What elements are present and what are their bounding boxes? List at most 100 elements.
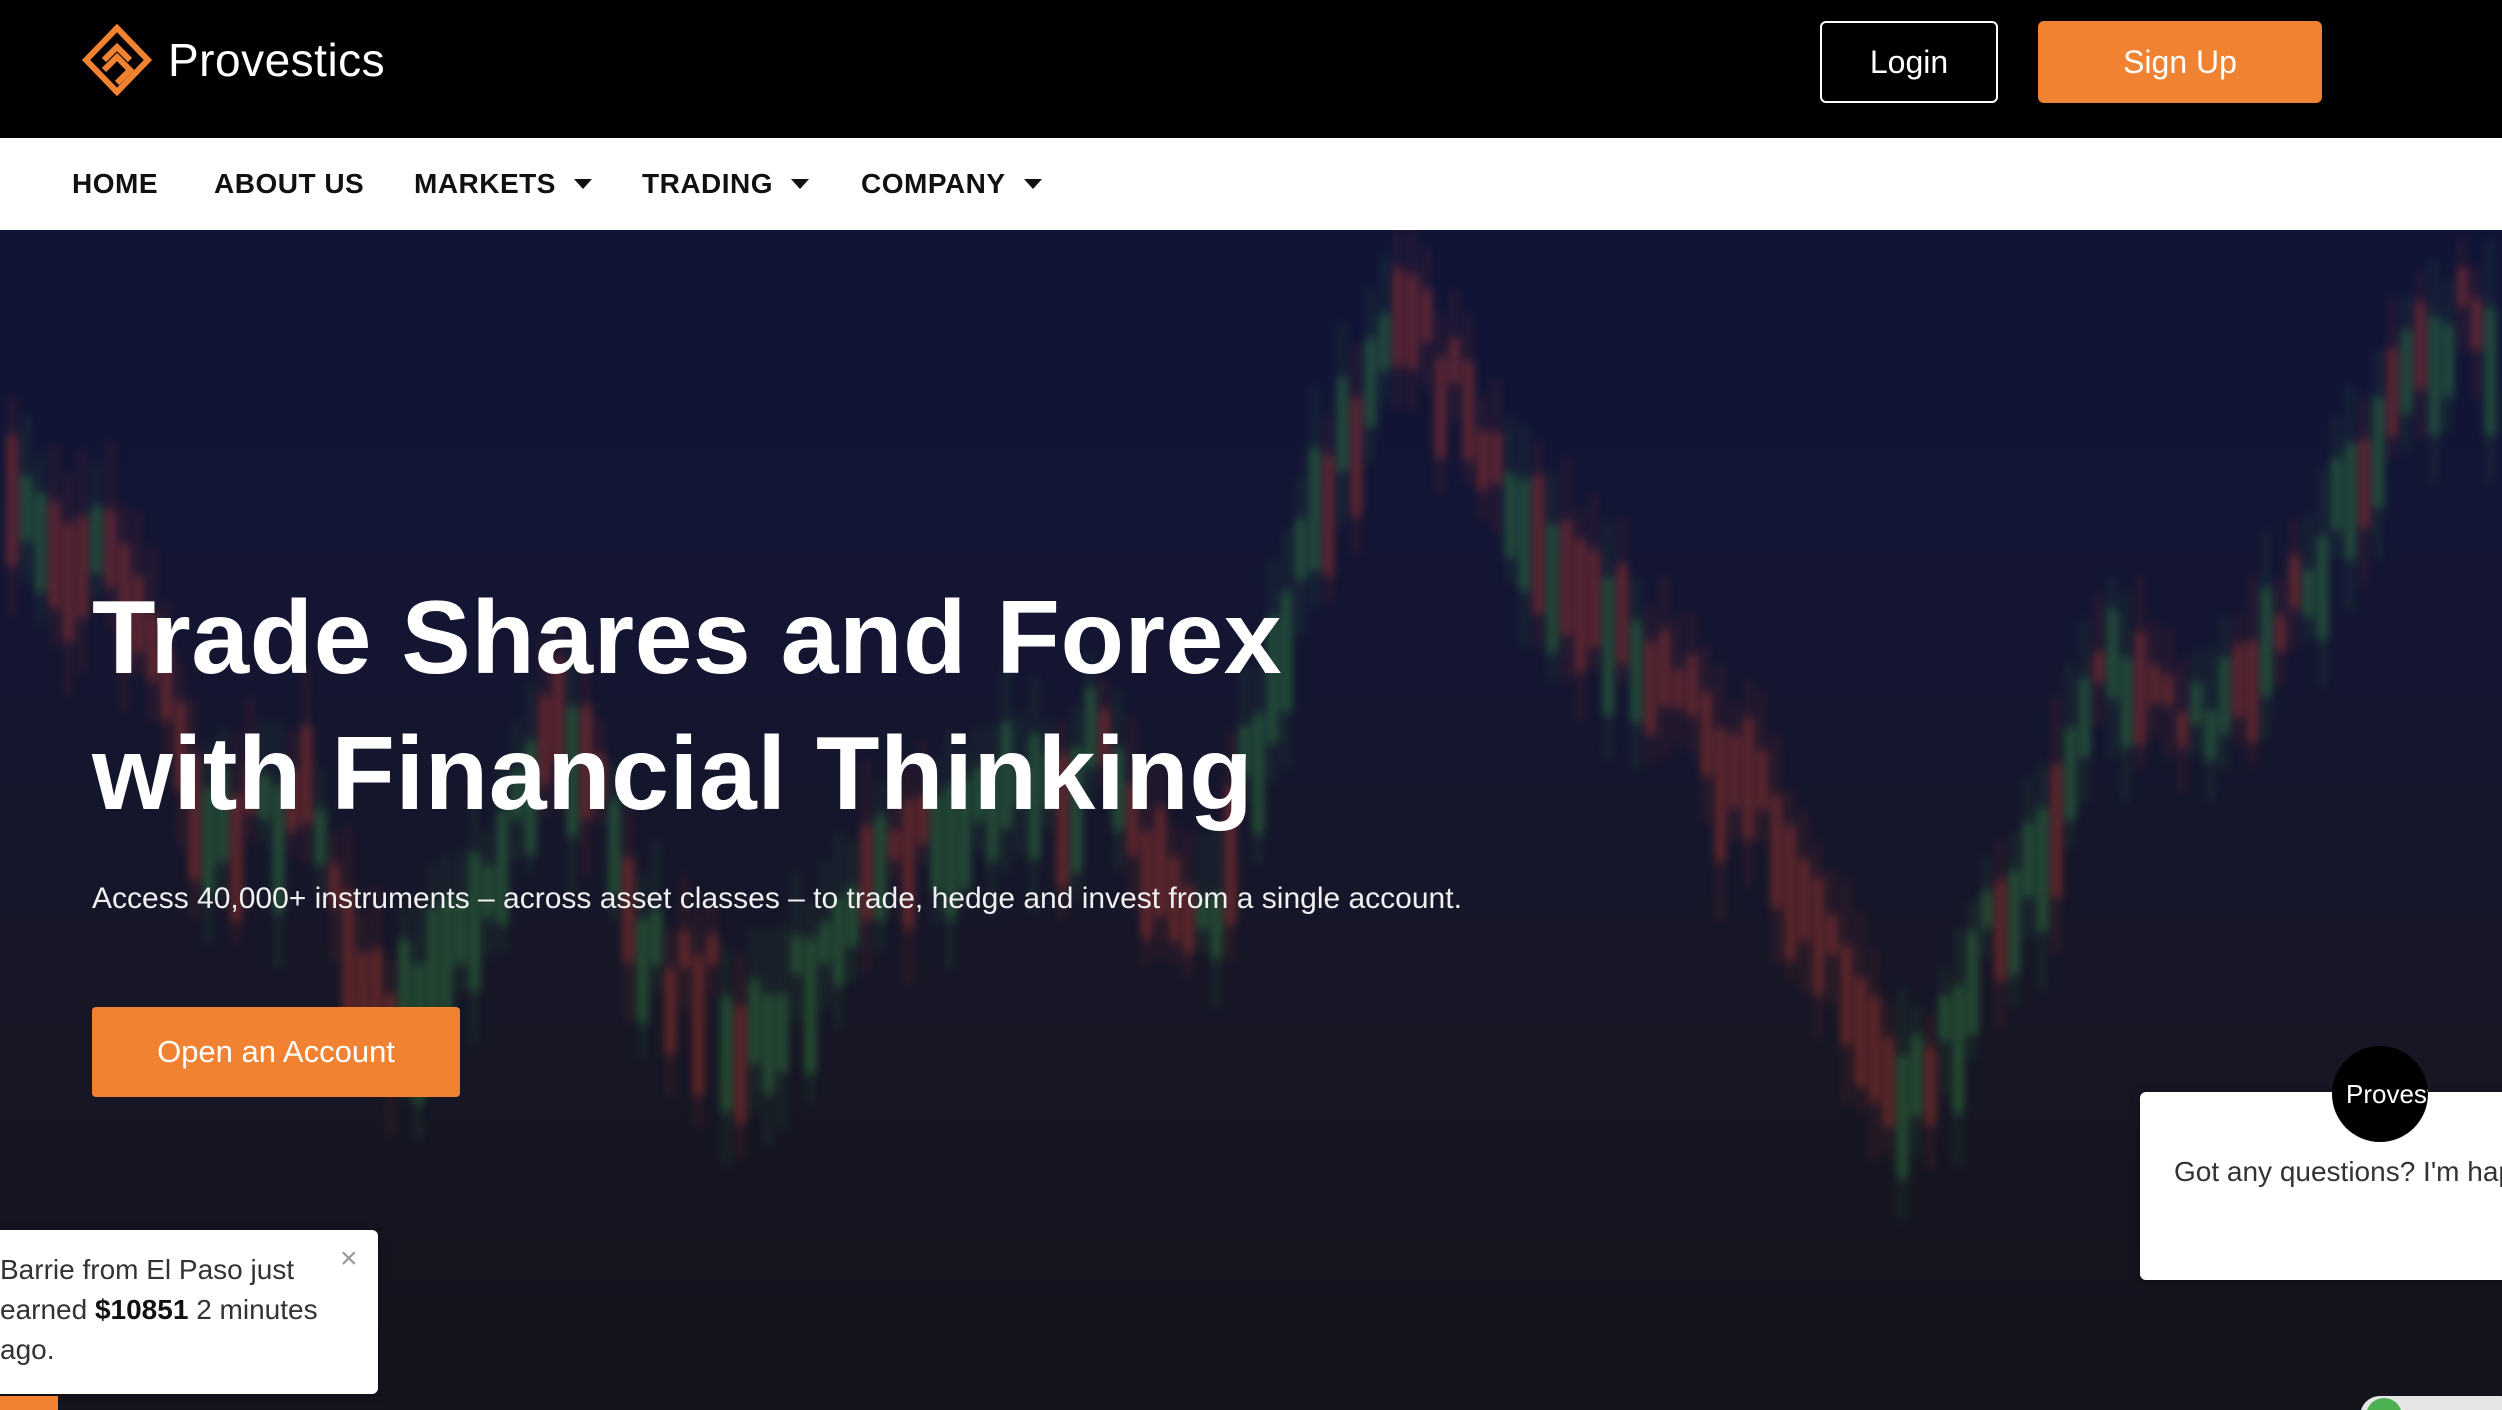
- candle-body: [2080, 678, 2089, 758]
- candle-body: [722, 996, 731, 1112]
- candle-body: [1310, 447, 1319, 571]
- candle-body: [1604, 577, 1613, 716]
- candle-body: [2192, 681, 2201, 725]
- candle-body: [2122, 657, 2131, 748]
- candle-body: [2360, 439, 2369, 529]
- candle-body: [708, 934, 717, 965]
- candle-body: [1380, 313, 1389, 371]
- candle-body: [694, 955, 703, 1096]
- candle-body: [1940, 996, 1949, 1041]
- candle-body: [792, 935, 801, 975]
- open-account-button[interactable]: Open an Account: [92, 1007, 460, 1097]
- nav-item-home[interactable]: HOME: [72, 138, 158, 230]
- chat-message: Got any questions? I'm happy to help.: [2174, 1156, 2502, 1187]
- candle-body: [2038, 807, 2047, 932]
- close-icon[interactable]: ×: [340, 1244, 358, 1274]
- candle-body: [1576, 538, 1585, 674]
- candle-body: [1436, 357, 1445, 459]
- candle-body: [2108, 608, 2117, 700]
- nav-item-markets[interactable]: MARKETS: [414, 138, 592, 230]
- hero-subtitle: Access 40,000+ instruments – across asse…: [92, 882, 1462, 915]
- candle-body: [2150, 664, 2159, 704]
- nav-item-label: TRADING: [642, 168, 774, 199]
- candle-body: [428, 907, 437, 1018]
- nav-item-label: COMPANY: [861, 168, 1006, 199]
- candle-body: [64, 522, 73, 642]
- candle-body: [1646, 641, 1655, 735]
- candle-body: [50, 501, 59, 609]
- chat-avatar[interactable]: Provestics: [2332, 1046, 2428, 1142]
- candle-body: [2444, 324, 2453, 397]
- nav-item-label: ABOUT US: [214, 168, 365, 199]
- candle-body: [1520, 479, 1529, 591]
- candle-body: [1786, 825, 1795, 961]
- candle-body: [1870, 995, 1879, 1103]
- candle-body: [2486, 307, 2495, 435]
- candle-body: [1744, 717, 1753, 841]
- candle-body: [1394, 268, 1403, 367]
- candle-body: [1422, 289, 1431, 343]
- candle-body: [750, 979, 759, 1065]
- candle-body: [1926, 1047, 1935, 1125]
- candle-body: [1996, 879, 2005, 982]
- top-bar: Provestics Login Sign Up: [0, 0, 2502, 138]
- candle-body: [1730, 733, 1739, 809]
- candle-body: [2304, 569, 2313, 617]
- hero-title-line-2: with Financial Thinking: [92, 716, 1254, 832]
- candle-body: [1408, 273, 1417, 370]
- orange-widget-tab[interactable]: [0, 1396, 58, 1410]
- candle-body: [2346, 443, 2355, 561]
- candle-body: [2458, 267, 2467, 307]
- chat-bubble[interactable]: Got any questions? I'm happy to help.: [2140, 1092, 2502, 1280]
- candle-body: [2472, 298, 2481, 351]
- candle-body: [2234, 644, 2243, 718]
- candle-body: [36, 492, 45, 593]
- candle-body: [1660, 628, 1669, 707]
- brand-logo[interactable]: Provestics: [82, 24, 385, 96]
- chat-launcher-button[interactable]: [2360, 1396, 2502, 1410]
- candle-body: [806, 938, 815, 1074]
- candle-body: [1954, 985, 1963, 1114]
- login-button[interactable]: Login: [1820, 21, 1998, 103]
- candle-body: [1450, 337, 1459, 385]
- nav-item-label: MARKETS: [414, 168, 556, 199]
- candle-body: [2248, 640, 2257, 743]
- main-nav: HOME ABOUT US MARKETS TRADING COMPANY: [0, 138, 2502, 230]
- earnings-notification: Barrie from El Paso just earned $10851 2…: [0, 1230, 378, 1394]
- candle-body: [1772, 795, 1781, 909]
- candle-body: [92, 506, 101, 573]
- candle-body: [1842, 945, 1851, 1046]
- nav-item-trading[interactable]: TRADING: [642, 138, 810, 230]
- candle-body: [2052, 764, 2061, 898]
- candle-body: [2402, 329, 2411, 414]
- candle-body: [1814, 877, 1823, 995]
- candle-body: [1828, 914, 1837, 955]
- brand-name: Provestics: [168, 34, 386, 86]
- caret-down-icon: [1023, 179, 1042, 189]
- candle-body: [2276, 614, 2285, 652]
- candle-body: [638, 918, 647, 1023]
- nav-item-label: HOME: [72, 168, 158, 199]
- candle-body: [1800, 858, 1809, 942]
- candle-body: [2066, 727, 2075, 821]
- hero-title-line-1: Trade Shares and Forex: [92, 580, 1283, 696]
- candle-body: [2220, 657, 2229, 734]
- candle-body: [1478, 430, 1487, 491]
- hero-title: Trade Shares and Forex with Financial Th…: [92, 570, 1282, 842]
- signup-button[interactable]: Sign Up: [2038, 21, 2322, 103]
- candle-body: [1702, 691, 1711, 777]
- candle-body: [1324, 454, 1333, 577]
- nav-item-about-us[interactable]: ABOUT US: [214, 138, 364, 230]
- chat-avatar-label: Provestics: [2346, 1078, 2428, 1109]
- candle-body: [2262, 587, 2271, 697]
- candle-body: [2178, 711, 2187, 748]
- candle-body: [2136, 632, 2145, 746]
- candle-body: [1982, 891, 1991, 928]
- nav-item-company[interactable]: COMPANY: [861, 138, 1042, 230]
- candle-body: [2024, 822, 2033, 898]
- candle-body: [666, 968, 675, 1055]
- candle-body: [1898, 1056, 1907, 1179]
- candle-body: [1506, 473, 1515, 558]
- provestics-logo-icon: [82, 24, 152, 96]
- candle-body: [1912, 1033, 1921, 1117]
